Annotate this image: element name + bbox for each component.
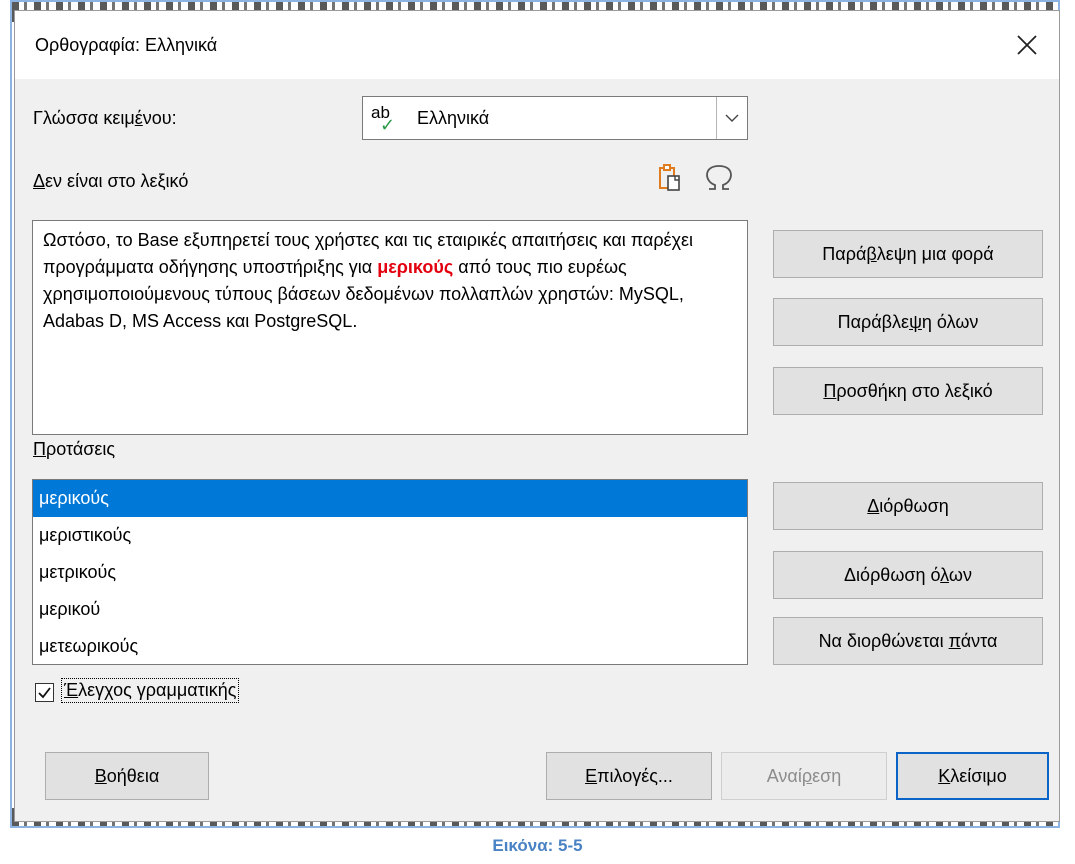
always-correct-button[interactable]: Να διορθώνεται πάντα xyxy=(773,617,1043,665)
help-button[interactable]: Βοήθεια xyxy=(45,752,209,800)
text-language-select[interactable]: ab ✓ Ελληνικά xyxy=(362,96,748,140)
suggestion-item[interactable]: μεριστικούς xyxy=(33,517,747,554)
title-bar: Ορθογραφία: Ελληνικά xyxy=(15,11,1059,79)
not-in-dictionary-label: Δεν είναι στο λεξικό xyxy=(33,171,189,191)
correct-button[interactable]: Διόρθωση xyxy=(773,482,1043,530)
suggestions-list[interactable]: μερικούς μεριστικούς μετρικούς μερικού μ… xyxy=(32,479,748,665)
help-label: Βοήθεια xyxy=(94,765,160,786)
misspelled-word: μερικούς xyxy=(377,257,454,277)
spellcheck-language-icon: ab ✓ xyxy=(371,103,396,135)
undo-label: Αναίρεση xyxy=(766,765,842,786)
options-label: Επιλογές... xyxy=(585,765,673,786)
close-window-button[interactable] xyxy=(995,11,1059,79)
grammar-checkbox[interactable] xyxy=(35,683,54,702)
dialog-title: Ορθογραφία: Ελληνικά xyxy=(35,35,218,55)
add-to-dictionary-button[interactable]: Προσθήκη στο λεξικό xyxy=(773,367,1043,415)
suggestions-label: Προτάσεις xyxy=(33,439,116,459)
ignore-all-label: Παράβλεψη όλων xyxy=(837,311,979,332)
text-language-label: Γλώσσα κειμένου: xyxy=(33,108,177,128)
sentence-textbox[interactable]: Ωστόσο, το Base εξυπηρετεί τους χρήστες … xyxy=(32,220,748,435)
close-button[interactable]: Κλείσιμο xyxy=(896,752,1049,800)
correct-label: Διόρθωση xyxy=(867,495,949,516)
undo-button[interactable]: Αναίρεση xyxy=(721,752,887,800)
options-button[interactable]: Επιλογές... xyxy=(546,752,712,800)
special-character-icon[interactable] xyxy=(703,163,735,193)
suggestion-item[interactable]: μετρικούς xyxy=(33,554,747,591)
close-label: Κλείσιμο xyxy=(938,765,1007,786)
suggestion-item-selected[interactable]: μερικούς xyxy=(33,480,747,517)
ignore-once-label: Παράβλεψη μια φορά xyxy=(822,243,994,264)
grammar-checkbox-label[interactable]: Έλεγχος γραμματικής xyxy=(60,678,240,703)
ignore-once-button[interactable]: Παράβλεψη μια φορά xyxy=(773,230,1043,278)
add-to-dictionary-label: Προσθήκη στο λεξικό xyxy=(823,380,993,401)
always-correct-label: Να διορθώνεται πάντα xyxy=(818,630,998,651)
correct-all-label: Διόρθωση όλων xyxy=(844,564,972,585)
text-language-value: Ελληνικά xyxy=(417,108,490,128)
spelling-dialog: Ορθογραφία: Ελληνικά Γλώσσα κειμένου: ab… xyxy=(14,10,1060,822)
close-icon xyxy=(1017,35,1037,55)
suggestion-item[interactable]: μετεωρικούς xyxy=(33,628,747,665)
correct-all-button[interactable]: Διόρθωση όλων xyxy=(773,551,1043,599)
figure-caption: Εικόνα: 5-5 xyxy=(492,836,583,855)
dropdown-arrow[interactable] xyxy=(716,97,747,139)
ignore-all-button[interactable]: Παράβλεψη όλων xyxy=(773,298,1043,346)
suggestion-item[interactable]: μερικού xyxy=(33,591,747,628)
checkmark-icon xyxy=(38,687,51,699)
paste-icon[interactable] xyxy=(658,163,682,193)
chevron-down-icon xyxy=(725,114,739,122)
